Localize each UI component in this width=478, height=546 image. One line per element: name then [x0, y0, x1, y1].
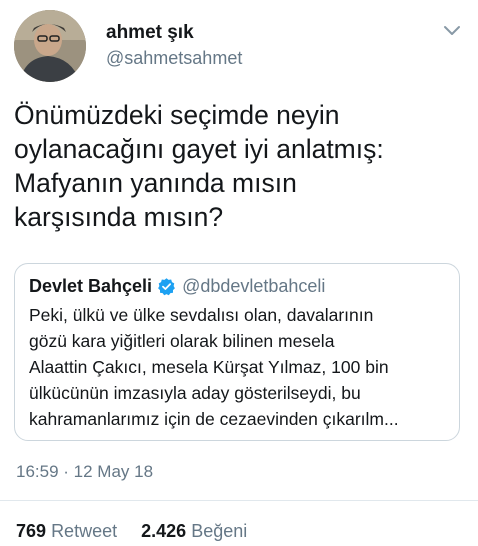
- tweet-text: Önümüzdeki seçimde neyin oylanacağını ga…: [14, 98, 469, 234]
- retweet-count[interactable]: 769: [16, 521, 46, 541]
- tweet-text-line: Önümüzdeki seçimde neyin: [14, 100, 340, 130]
- timestamp[interactable]: 16:59 · 12 May 18: [16, 462, 153, 482]
- retweet-label[interactable]: Retweet: [51, 521, 117, 541]
- verified-badge-icon: [157, 277, 176, 296]
- author-handle[interactable]: @sahmetsahmet: [106, 48, 242, 69]
- tweet-text-line: karşısında mısın?: [14, 202, 224, 232]
- quoted-tweet-text: Peki, ülkü ve ülke sevdalısı olan, daval…: [29, 302, 445, 432]
- quoted-tweet[interactable]: Devlet Bahçeli @dbdevletbahceli Peki, ül…: [14, 263, 460, 441]
- like-count[interactable]: 2.426: [141, 521, 186, 541]
- profile-photo: [14, 10, 86, 82]
- engagement-stats: 769 Retweet 2.426 Beğeni: [16, 521, 247, 542]
- tweet-text-line: Mafyanın yanında mısın: [14, 168, 297, 198]
- tweet-text-line: oylanacağını gayet iyi anlatmış:: [14, 134, 384, 164]
- quoted-author-name: Devlet Bahçeli: [29, 275, 153, 296]
- quoted-author-handle: @dbdevletbahceli: [182, 275, 326, 296]
- quoted-text-line: ülkücünün imzasıyla aday gösterilseydi, …: [29, 383, 361, 403]
- avatar[interactable]: [14, 10, 86, 82]
- quoted-text-line: Peki, ülkü ve ülke sevdalısı olan, daval…: [29, 305, 374, 325]
- quoted-text-line: gözü kara yiğitleri olarak bilinen mesel…: [29, 331, 335, 351]
- like-label[interactable]: Beğeni: [191, 521, 247, 541]
- quoted-text-line: Alaattin Çakıcı, mesela Kürşat Yılmaz, 1…: [29, 357, 389, 377]
- tweet: ahmet şık @sahmetsahmet Önümüzdeki seçim…: [0, 0, 478, 546]
- quoted-text-line: kahramanlarımız için de cezaevinden çıka…: [29, 409, 399, 429]
- author-name[interactable]: ahmet şık: [106, 22, 194, 44]
- divider: [0, 500, 478, 501]
- quoted-tweet-header: Devlet Bahçeli @dbdevletbahceli: [29, 274, 445, 298]
- chevron-down-icon[interactable]: [440, 18, 464, 42]
